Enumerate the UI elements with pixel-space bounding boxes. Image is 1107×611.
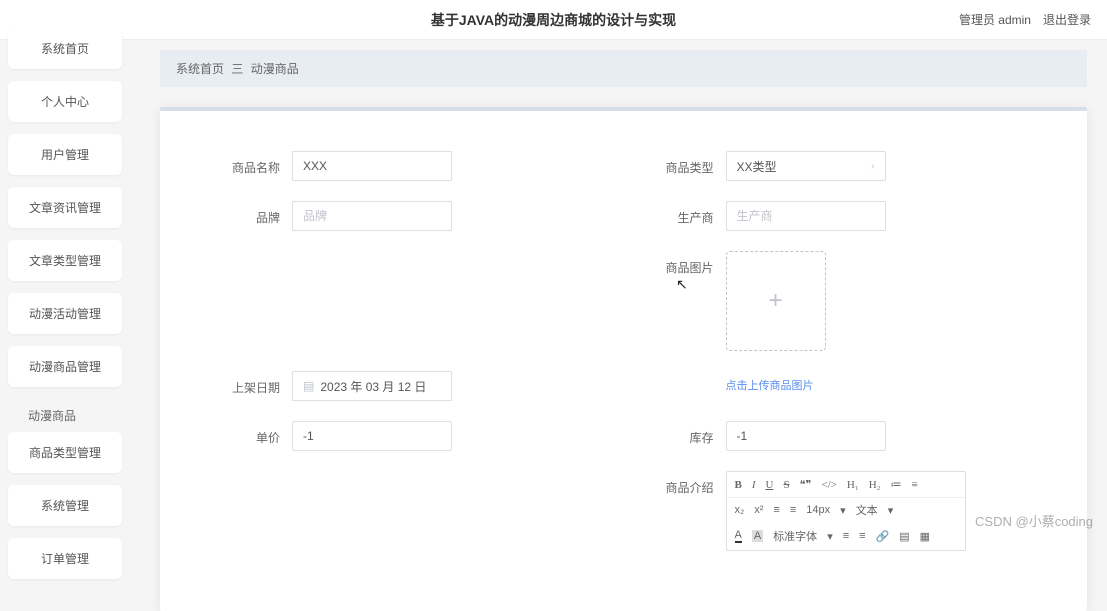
nav-sub-anime-products[interactable]: 动漫商品 (8, 399, 122, 432)
editor-code-icon[interactable]: </> (821, 479, 836, 491)
editor-outdent-icon[interactable]: ≡ (859, 530, 865, 542)
editor-aligncenter-icon[interactable]: ≡ (790, 504, 796, 516)
editor-list-icon[interactable]: ≔ (890, 478, 901, 491)
label-listing-date: 上架日期 (210, 371, 280, 396)
editor-dropdown-icon[interactable]: ▾ (840, 504, 846, 517)
nav-home[interactable]: 系统首页 (8, 28, 122, 69)
nav-anime-products[interactable]: 动漫商品管理 (8, 346, 122, 387)
header-user-area: 管理员 admin 退出登录 (959, 11, 1091, 28)
editor-numlist-icon[interactable]: ≡ (911, 479, 917, 491)
nav-anime-activities[interactable]: 动漫活动管理 (8, 293, 122, 334)
app-title: 基于JAVA的动漫周边商城的设计与实现 (431, 10, 676, 30)
editor-italic-icon[interactable]: I (752, 479, 756, 491)
plus-icon: + (768, 287, 782, 315)
rich-text-editor[interactable]: B I U S ❝❞ </> H₁ H₂ ≔ ≡ x₂ x² ≡ (726, 471, 966, 551)
editor-toolbar-row3: A A 标准字体 ▾ ≡ ≡ 🔗 ▤ ▦ (727, 524, 965, 550)
editor-textstyle-select[interactable]: 文本 (856, 502, 878, 518)
label-stock: 库存 (644, 421, 714, 446)
input-stock[interactable] (726, 421, 886, 451)
editor-indent-icon[interactable]: ≡ (843, 530, 849, 542)
editor-alignleft-icon[interactable]: ≡ (773, 504, 779, 516)
editor-clear-icon[interactable]: ▤ (899, 530, 909, 543)
logout-link[interactable]: 退出登录 (1043, 11, 1091, 28)
label-product-name: 商品名称 (210, 151, 280, 176)
label-product-intro: 商品介绍 (644, 471, 714, 496)
label-product-image: 商品图片 (644, 251, 714, 276)
main-content: 系统首页 三 动漫商品 商品名称 商品类型 XX类型 › 品牌 (140, 40, 1107, 611)
editor-fontsize-select[interactable]: 14px (806, 504, 830, 516)
editor-subscript-icon[interactable]: x₂ (735, 504, 745, 516)
nav-system[interactable]: 系统管理 (8, 485, 122, 526)
calendar-icon: ▤ (303, 379, 314, 393)
nav-articles[interactable]: 文章资讯管理 (8, 187, 122, 228)
editor-more-icon[interactable]: ▦ (920, 530, 930, 543)
date-value: 2023 年 03 月 12 日 (320, 378, 426, 395)
label-brand: 品牌 (210, 201, 280, 226)
editor-fontfamily-select[interactable]: 标准字体 (773, 528, 817, 544)
editor-link-icon[interactable]: 🔗 (876, 530, 890, 543)
watermark-text: CSDN @小蔡coding (975, 511, 1093, 530)
input-product-name[interactable] (292, 151, 452, 181)
editor-dropdown-icon[interactable]: ▾ (827, 530, 833, 543)
sidebar-nav: 系统首页 个人中心 用户管理 文章资讯管理 文章类型管理 动漫活动管理 动漫商品… (0, 20, 130, 599)
editor-bold-icon[interactable]: B (735, 479, 742, 491)
input-listing-date[interactable]: ▤ 2023 年 03 月 12 日 (292, 371, 452, 401)
upload-hint-link[interactable]: 点击上传商品图片 (726, 377, 814, 393)
upload-image-box[interactable]: + (726, 251, 826, 351)
input-manufacturer[interactable] (726, 201, 886, 231)
label-product-type: 商品类型 (644, 151, 714, 176)
editor-strike-icon[interactable]: S (783, 479, 789, 491)
nav-orders[interactable]: 订单管理 (8, 538, 122, 579)
select-product-type-value: XX类型 (737, 158, 777, 175)
editor-toolbar-row2: x₂ x² ≡ ≡ 14px ▾ 文本 ▾ (727, 498, 965, 524)
editor-h1-icon[interactable]: H₁ (847, 479, 859, 491)
editor-underline-icon[interactable]: U (766, 479, 774, 491)
select-product-type[interactable]: XX类型 › (726, 151, 886, 181)
nav-product-types[interactable]: 商品类型管理 (8, 432, 122, 473)
input-price[interactable] (292, 421, 452, 451)
admin-label: 管理员 admin (959, 11, 1031, 28)
breadcrumb-home[interactable]: 系统首页 (176, 62, 224, 76)
editor-superscript-icon[interactable]: x² (754, 504, 763, 516)
editor-h2-icon[interactable]: H₂ (869, 479, 881, 491)
label-manufacturer: 生产商 (644, 201, 714, 226)
editor-bgcolor-icon[interactable]: A (752, 530, 763, 542)
input-brand[interactable] (292, 201, 452, 231)
breadcrumb-separator: 三 (231, 62, 243, 76)
nav-users[interactable]: 用户管理 (8, 134, 122, 175)
editor-toolbar-row1: B I U S ❝❞ </> H₁ H₂ ≔ ≡ (727, 472, 965, 498)
nav-personal[interactable]: 个人中心 (8, 81, 122, 122)
editor-dropdown-icon[interactable]: ▾ (888, 504, 894, 517)
editor-quote-icon[interactable]: ❝❞ (800, 478, 812, 491)
nav-article-types[interactable]: 文章类型管理 (8, 240, 122, 281)
product-form-card: 商品名称 商品类型 XX类型 › 品牌 生产商 (160, 107, 1087, 611)
label-price: 单价 (210, 421, 280, 446)
breadcrumb: 系统首页 三 动漫商品 (160, 50, 1087, 87)
app-header: 基于JAVA的动漫周边商城的设计与实现 管理员 admin 退出登录 (0, 0, 1107, 40)
editor-textcolor-icon[interactable]: A (735, 529, 742, 543)
breadcrumb-current: 动漫商品 (251, 62, 299, 76)
chevron-right-icon: › (871, 161, 874, 172)
